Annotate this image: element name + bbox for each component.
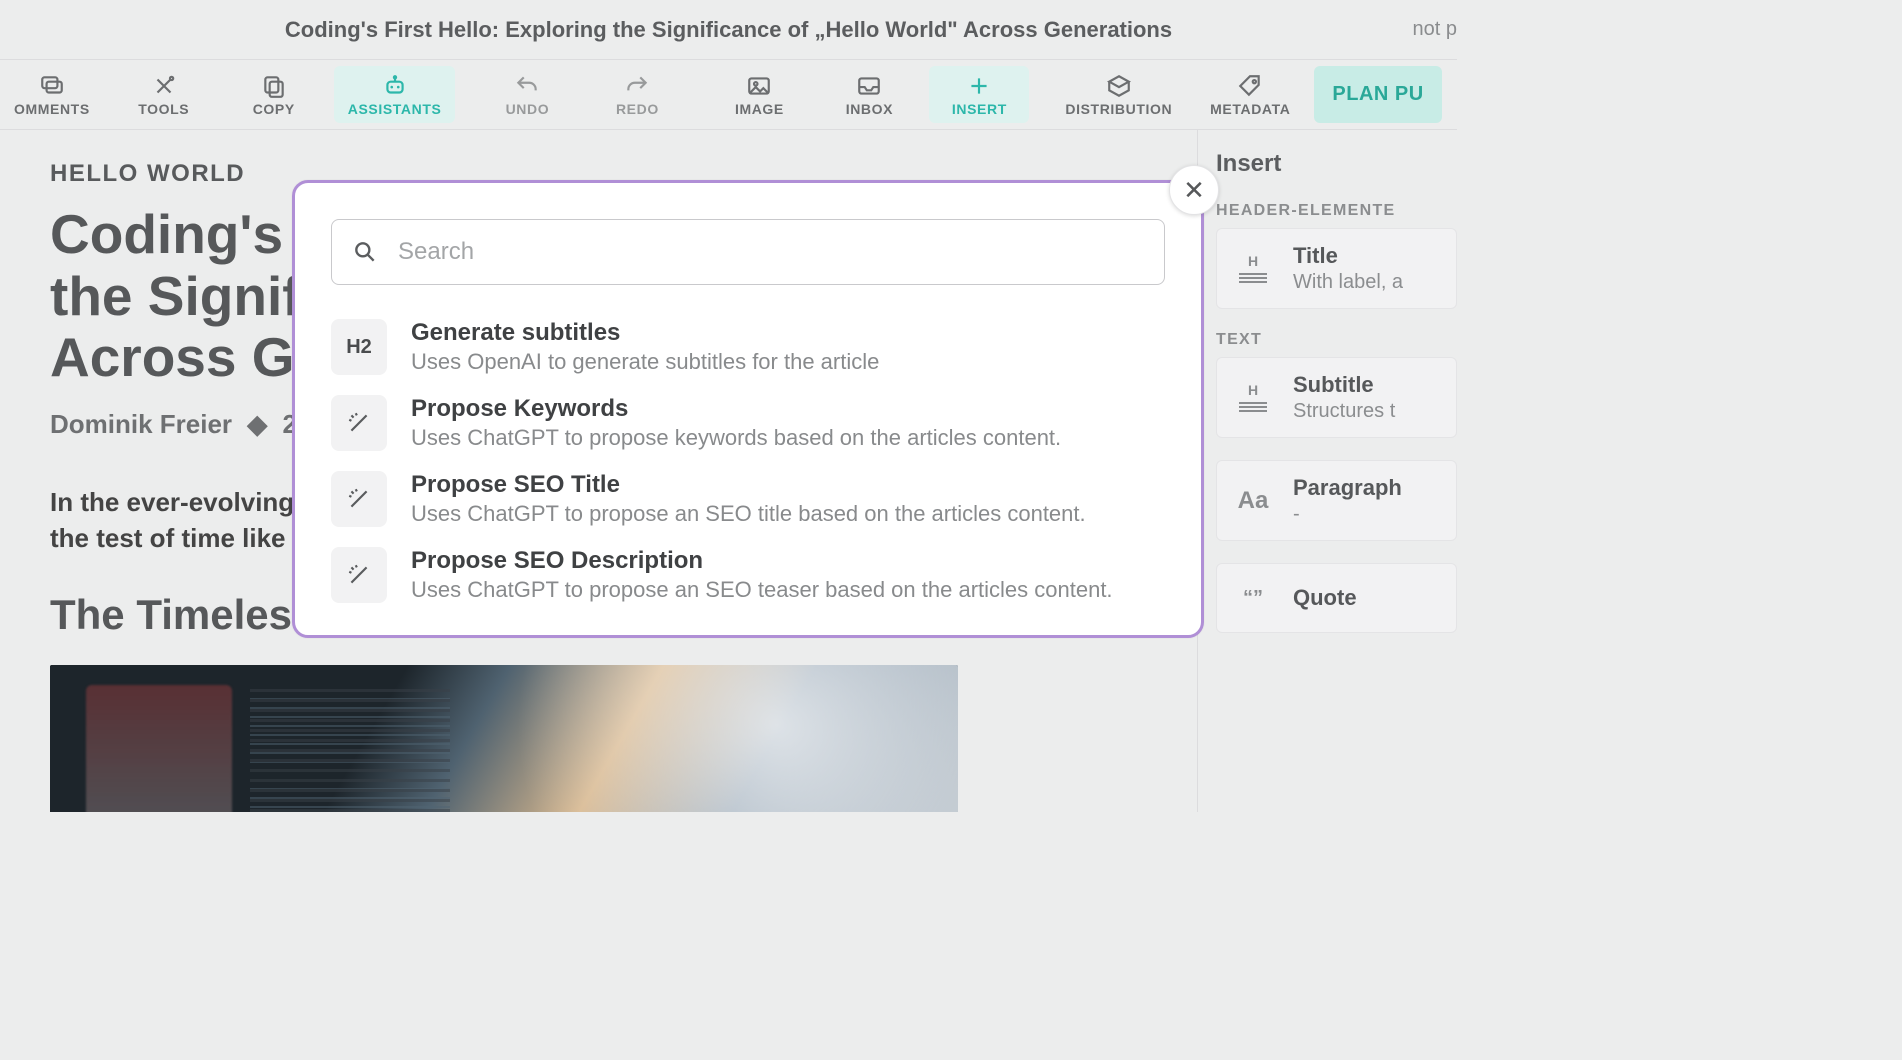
assistant-title: Propose Keywords [411,395,1061,423]
sidebar-item-label: Subtitle [1293,372,1395,398]
byline-author[interactable]: Dominik Freier [50,409,232,439]
sidebar-item-label: Quote [1293,585,1357,611]
heading-icon: H [1233,249,1273,289]
insert-label: INSERT [952,101,1007,117]
image-label: IMAGE [735,101,784,117]
metadata-label: METADATA [1210,101,1290,117]
hero-image[interactable] [50,665,958,812]
insert-sidebar: Insert HEADER-ELEMENTE H Title With labe… [1197,130,1457,812]
assistant-desc: Uses OpenAI to generate subtitles for th… [411,349,879,375]
assistant-title: Propose SEO Description [411,547,1113,575]
wand-icon [331,471,387,527]
assistant-desc: Uses ChatGPT to propose keywords based o… [411,425,1061,451]
undo-icon [514,73,540,99]
modal-search[interactable] [331,219,1165,285]
sidebar-item-label: Title [1293,243,1403,269]
sidebar-title: Insert [1216,150,1457,178]
assistant-propose-keywords[interactable]: Propose Keywords Uses ChatGPT to propose… [331,387,1165,459]
assistant-propose-seo-description[interactable]: Propose SEO Description Uses ChatGPT to … [331,539,1165,611]
titlebar: Coding's First Hello: Exploring the Sign… [0,0,1457,60]
redo-button[interactable]: REDO [587,66,687,123]
plus-icon [966,73,992,99]
search-icon [352,239,378,265]
search-input[interactable] [396,237,1144,267]
copy-icon [261,73,287,99]
close-button[interactable]: ✕ [1169,165,1219,215]
assistants-label: ASSISTANTS [348,101,442,117]
plan-publish-label: PLAN PU [1332,83,1423,106]
robot-icon [382,73,408,99]
sidebar-section-text: TEXT [1216,331,1457,349]
sidebar-item-paragraph[interactable]: Aa Paragraph - [1216,460,1457,541]
h2-icon: H2 [331,319,387,375]
redo-label: REDO [616,101,659,117]
tools-icon [151,73,177,99]
wand-icon [331,547,387,603]
sidebar-item-title[interactable]: H Title With label, a [1216,228,1457,309]
sidebar-item-subtitle[interactable]: H Subtitle Structures t [1216,357,1457,438]
assistant-propose-seo-title[interactable]: Propose SEO Title Uses ChatGPT to propos… [331,463,1165,535]
inbox-icon [856,73,882,99]
heading-icon: H [1233,378,1273,418]
sidebar-item-quote[interactable]: “” Quote [1216,563,1457,633]
modal-list: H2 Generate subtitles Uses OpenAI to gen… [331,311,1165,611]
copy-label: COPY [253,101,295,117]
wand-icon [331,395,387,451]
tools-button[interactable]: TOOLS [114,66,214,123]
redo-icon [624,73,650,99]
tools-label: TOOLS [138,101,189,117]
distribution-button[interactable]: DISTRIBUTION [1051,66,1186,123]
inbox-label: INBOX [846,101,893,117]
assistant-title: Generate subtitles [411,319,879,347]
distribution-label: DISTRIBUTION [1065,101,1172,117]
undo-label: UNDO [506,101,550,117]
sidebar-section-header: HEADER-ELEMENTE [1216,202,1457,220]
document-title: Coding's First Hello: Exploring the Sign… [285,17,1172,43]
close-icon: ✕ [1183,175,1205,206]
sidebar-item-label: Paragraph [1293,475,1402,501]
sidebar-item-sub: With label, a [1293,271,1403,294]
assistants-modal: ✕ H2 Generate subtitles Uses OpenAI to g… [292,180,1204,638]
tag-icon [1237,73,1263,99]
inbox-button[interactable]: INBOX [819,66,919,123]
image-icon [746,73,772,99]
assistant-desc: Uses ChatGPT to propose an SEO teaser ba… [411,577,1113,603]
sidebar-item-sub: - [1293,503,1402,526]
image-button[interactable]: IMAGE [709,66,809,123]
assistant-generate-subtitles[interactable]: H2 Generate subtitles Uses OpenAI to gen… [331,311,1165,383]
assistants-button[interactable]: ASSISTANTS [334,66,456,123]
sidebar-item-sub: Structures t [1293,400,1395,423]
plan-publish-button[interactable]: PLAN PU [1314,66,1441,123]
text-icon: Aa [1233,481,1273,521]
comments-icon [39,73,65,99]
comments-label: OMMENTS [14,101,90,117]
metadata-button[interactable]: METADATA [1196,66,1304,123]
assistant-desc: Uses ChatGPT to propose an SEO title bas… [411,501,1086,527]
quote-icon: “” [1233,578,1273,618]
box-icon [1106,73,1132,99]
undo-button[interactable]: UNDO [477,66,577,123]
copy-button[interactable]: COPY [224,66,324,123]
toolbar: OMMENTS TOOLS COPY ASSISTANTS UNDO REDO … [0,60,1457,130]
status-flag: not p [1413,18,1457,41]
assistant-title: Propose SEO Title [411,471,1086,499]
comments-button[interactable]: OMMENTS [0,66,104,123]
diamond-icon: ◆ [247,409,267,439]
insert-button[interactable]: INSERT [929,66,1029,123]
